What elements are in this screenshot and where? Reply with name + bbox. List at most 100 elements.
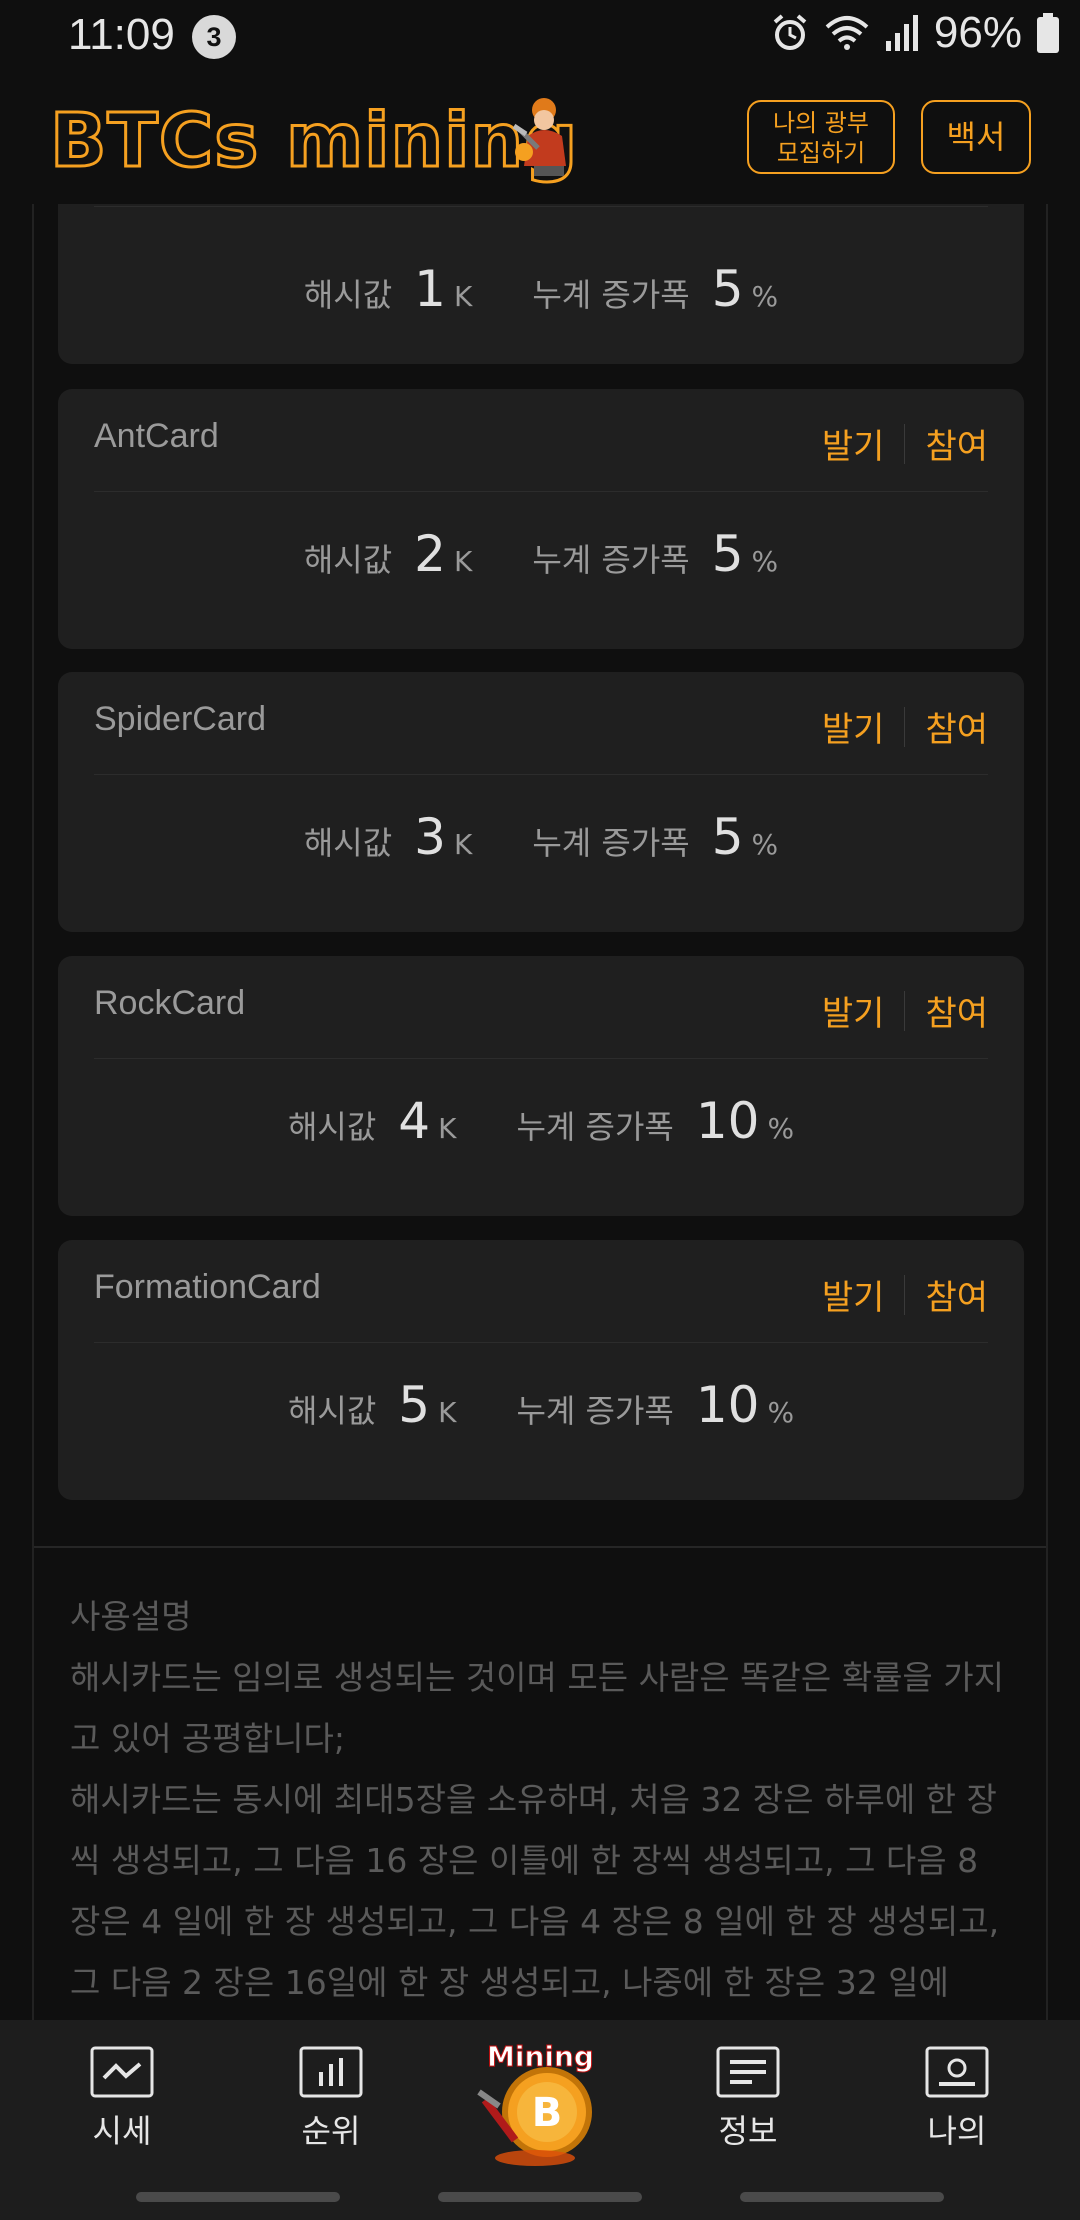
growth-unit: %	[751, 828, 779, 861]
battery-icon	[1037, 13, 1059, 53]
instructions-paragraph: 해시카드는 동시에 최대5장을 소유하며, 처음 32 장은 하루에 한 장씩 …	[70, 1780, 1000, 2002]
card-stats: 해시값 5 K 누계 증가폭 10 %	[58, 1376, 1024, 1434]
card-actions: 발기 참여	[822, 702, 988, 751]
mining-label: Mining	[487, 2040, 595, 2074]
join-button[interactable]: 참여	[925, 702, 988, 751]
growth-label: 누계 증가폭	[532, 824, 690, 862]
nav-mine-label: 나의	[927, 2112, 987, 2150]
growth-value: 10	[695, 1092, 760, 1150]
card-header: SpiderCard 발기 참여	[94, 672, 988, 775]
card-header	[94, 204, 988, 207]
card-stats: 해시값 1 K 누계 증가폭 5 %	[58, 260, 1024, 318]
hash-card-formationcard: FormationCard 발기 참여 해시값 5 K 누계 증가폭 10 %	[58, 1240, 1024, 1500]
card-actions: 발기 참여	[822, 1270, 988, 1319]
issue-button[interactable]: 발기	[822, 702, 885, 751]
nav-mine[interactable]: 나의	[887, 2046, 1027, 2152]
card-header: RockCard 발기 참여	[94, 956, 988, 1059]
growth-unit: %	[751, 545, 779, 578]
user-profile-icon	[925, 2046, 989, 2098]
system-nav-bar[interactable]	[136, 2192, 340, 2202]
action-divider	[904, 706, 906, 747]
growth-label: 누계 증가폭	[532, 276, 690, 314]
nav-ranking-label: 순위	[301, 2112, 361, 2150]
instructions-section: 사용설명 해시카드는 임의로 생성되는 것이며 모든 사람은 똑같은 확률을 가…	[70, 1586, 1010, 2013]
hash-value: 3	[414, 808, 446, 866]
card-name: AntCard	[94, 417, 219, 455]
hash-unit: K	[453, 280, 473, 313]
issue-button[interactable]: 발기	[822, 1270, 885, 1319]
growth-value: 5	[711, 525, 744, 583]
nav-market[interactable]: 시세	[52, 2046, 192, 2152]
hash-value: 1	[414, 260, 446, 318]
status-bar: 11:09 3 96%	[0, 0, 1080, 76]
card-actions: 발기 참여	[822, 419, 988, 468]
instructions-paragraph: 해시카드는 임의로 생성되는 것이며 모든 사람은 똑같은 확률을 가지고 있어…	[70, 1658, 1004, 1758]
instructions-title: 사용설명	[70, 1597, 192, 1636]
bar-chart-icon	[299, 2046, 363, 2098]
miner-mascot-icon	[512, 98, 566, 176]
card-name: RockCard	[94, 984, 246, 1022]
alarm-icon	[773, 14, 807, 50]
hash-label: 해시값	[287, 1392, 377, 1430]
hash-label: 해시값	[303, 276, 393, 314]
hash-label: 해시값	[303, 824, 393, 862]
card-stats: 해시값 3 K 누계 증가폭 5 %	[58, 808, 1024, 866]
hash-label: 해시값	[303, 541, 393, 579]
hash-card-antcard: AntCard 발기 참여 해시값 2 K 누계 증가폭 5 %	[58, 389, 1024, 649]
battery-percentage: 96%	[933, 8, 1022, 57]
issue-button[interactable]: 발기	[822, 419, 885, 468]
issue-button[interactable]: 발기	[822, 986, 885, 1035]
section-divider	[34, 1546, 1046, 1548]
growth-value: 5	[711, 260, 744, 318]
join-button[interactable]: 참여	[925, 419, 988, 468]
growth-value: 5	[711, 808, 744, 866]
hash-unit: K	[438, 1396, 457, 1429]
card-stats: 해시값 4 K 누계 증가폭 10 %	[58, 1092, 1024, 1150]
hash-card-spidercard: SpiderCard 발기 참여 해시값 3 K 누계 증가폭 5 %	[58, 672, 1024, 932]
action-divider	[904, 990, 906, 1031]
nav-ranking[interactable]: 순위	[261, 2046, 401, 2152]
card-stats: 해시값 2 K 누계 증가폭 5 %	[58, 525, 1024, 583]
hash-value: 2	[414, 525, 446, 583]
system-nav-bar[interactable]	[438, 2192, 642, 2202]
status-icons: 96%	[770, 8, 1060, 58]
status-time: 11:09	[68, 10, 175, 59]
hash-card-rockcard: RockCard 발기 참여 해시값 4 K 누계 증가폭 10 %	[58, 956, 1024, 1216]
growth-unit: %	[767, 1112, 795, 1145]
whitepaper-button[interactable]: 백서	[921, 100, 1031, 174]
join-button[interactable]: 참여	[925, 1270, 988, 1319]
growth-unit: %	[751, 280, 779, 313]
hash-unit: K	[453, 545, 473, 578]
hash-unit: K	[438, 1112, 457, 1145]
bottom-navigation: 시세 순위 B Mining 정보 나의	[0, 2020, 1080, 2220]
nav-info[interactable]: 정보	[678, 2046, 818, 2152]
signal-icon	[885, 15, 918, 51]
hash-value: 4	[398, 1092, 431, 1150]
growth-label: 누계 증가폭	[532, 541, 690, 579]
hash-label: 해시값	[287, 1108, 377, 1146]
hash-unit: K	[453, 828, 473, 861]
growth-label: 누계 증가폭	[516, 1392, 674, 1430]
card-header: FormationCard 발기 참여	[94, 1240, 988, 1343]
action-divider	[904, 423, 906, 464]
recruit-miners-button[interactable]: 나의 광부 모집하기	[747, 100, 895, 174]
document-icon	[716, 2046, 780, 2098]
system-nav-bar[interactable]	[740, 2192, 944, 2202]
wifi-icon	[825, 16, 869, 50]
join-button[interactable]: 참여	[925, 986, 988, 1035]
nav-mining-button[interactable]: B Mining	[475, 2040, 605, 2172]
hash-value: 5	[398, 1376, 431, 1434]
card-actions: 발기 참여	[822, 986, 988, 1035]
svg-text:B: B	[532, 2090, 563, 2136]
nav-info-label: 정보	[718, 2112, 778, 2150]
action-divider	[904, 1274, 906, 1315]
app-header: BTCs mining 나의 광부 모집하기 백서	[0, 76, 1080, 204]
hash-card-list: 해시값 1 K 누계 증가폭 5 % AntCard 발기 참여 해시값 2 K…	[32, 204, 1048, 2020]
card-name: FormationCard	[94, 1268, 321, 1306]
hash-card: 해시값 1 K 누계 증가폭 5 %	[58, 204, 1024, 364]
growth-value: 10	[695, 1376, 760, 1434]
card-name: SpiderCard	[94, 700, 266, 738]
nav-market-label: 시세	[92, 2112, 152, 2150]
app-logo: BTCs mining	[48, 97, 579, 186]
notification-count-badge: 3	[192, 15, 236, 59]
